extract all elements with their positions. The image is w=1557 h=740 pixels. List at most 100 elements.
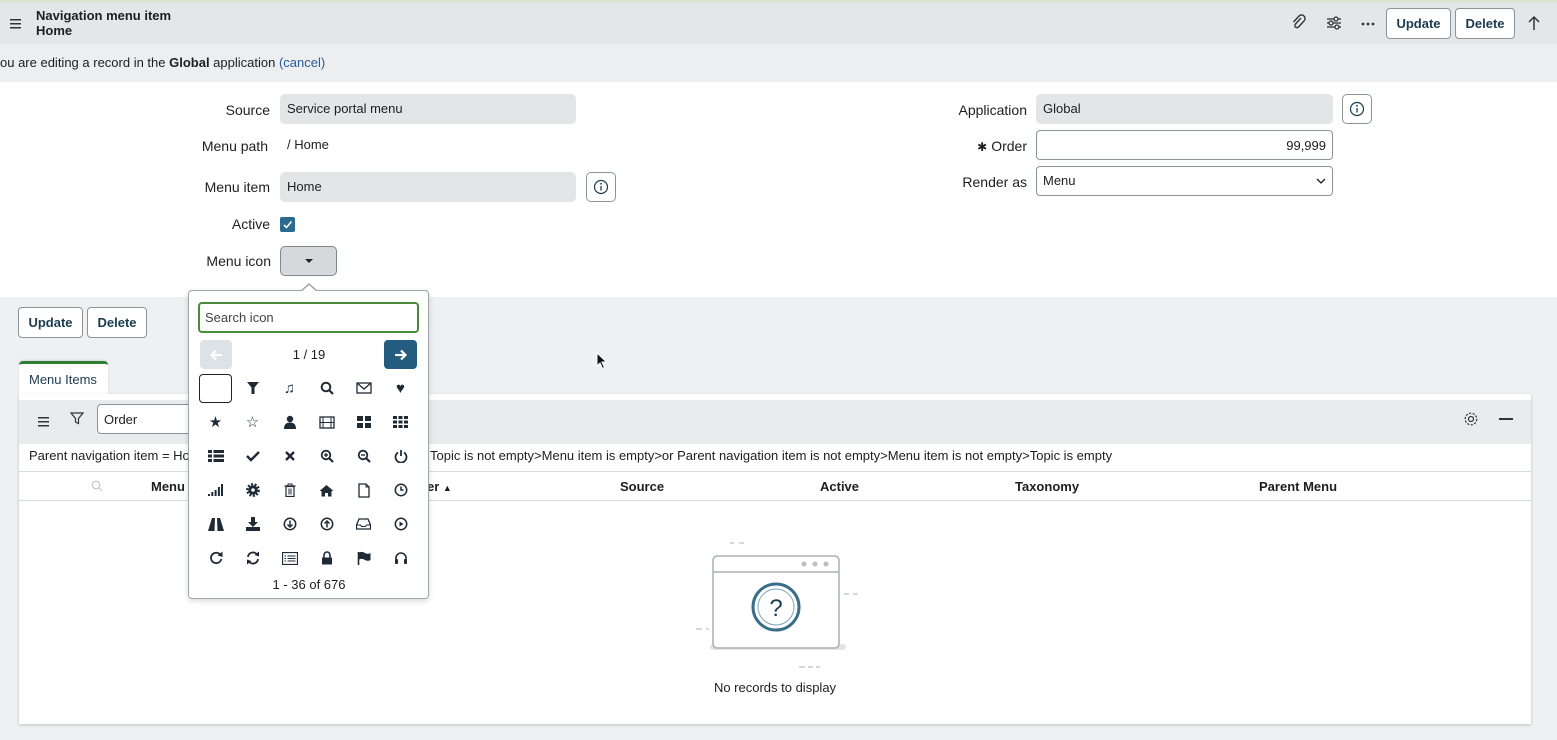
- flag-icon[interactable]: [347, 543, 380, 573]
- music-icon[interactable]: ♫: [273, 373, 306, 403]
- column-header-menu[interactable]: Menu: [151, 479, 185, 494]
- sort-ascending-icon: ▲: [442, 483, 452, 493]
- envelope-icon[interactable]: [347, 373, 380, 403]
- lock-icon[interactable]: [310, 543, 343, 573]
- record-name: Home: [36, 23, 73, 38]
- render-as-label: Render as: [962, 174, 1027, 190]
- header-delete-button[interactable]: Delete: [1455, 8, 1515, 39]
- list-alt-icon[interactable]: [273, 543, 306, 573]
- form-header: Navigation menu item Home Update Delete: [0, 0, 1557, 44]
- list-search-field-select[interactable]: Order: [97, 404, 197, 434]
- header-update-button[interactable]: Update: [1386, 8, 1451, 39]
- render-as-select[interactable]: Menu: [1036, 166, 1333, 196]
- next-page-button[interactable]: [384, 340, 417, 369]
- heart-icon[interactable]: ♥: [384, 373, 417, 403]
- checkmark-icon: [283, 220, 293, 229]
- update-button[interactable]: Update: [18, 307, 83, 338]
- message-app-name: Global: [169, 55, 210, 70]
- column-header-source[interactable]: Source: [620, 479, 664, 494]
- remove-icon[interactable]: [273, 441, 306, 471]
- order-label: ✱ Order: [955, 138, 1027, 154]
- headphones-icon[interactable]: [384, 543, 417, 573]
- icon-grid: ♫ ♥ ★ ☆: [199, 373, 421, 577]
- th-large-icon[interactable]: [347, 407, 380, 437]
- user-icon[interactable]: [273, 407, 306, 437]
- application-info-button[interactable]: [1342, 94, 1372, 124]
- column-header-active[interactable]: Active: [820, 479, 859, 494]
- list-menu-icon[interactable]: [38, 414, 50, 430]
- arrow-right-icon: [394, 349, 407, 360]
- column-header-taxonomy[interactable]: Taxonomy: [1015, 479, 1079, 494]
- record-type: Navigation menu item: [36, 8, 172, 23]
- caret-down-icon: [304, 259, 313, 263]
- download-icon[interactable]: [273, 509, 306, 539]
- paperclip-icon[interactable]: [1290, 14, 1308, 32]
- empty-state-text: No records to display: [713, 680, 837, 695]
- personalize-form-icon[interactable]: [1325, 14, 1343, 32]
- hamburger-icon[interactable]: [10, 16, 23, 29]
- list-settings-gear-icon[interactable]: [1463, 411, 1479, 430]
- th-list-icon[interactable]: [199, 441, 232, 471]
- arrow-left-icon: [209, 349, 222, 360]
- collapse-minus-icon[interactable]: [1499, 418, 1513, 420]
- upload-icon[interactable]: [310, 509, 343, 539]
- order-input[interactable]: 99,999: [1036, 130, 1333, 160]
- blank-icon[interactable]: [199, 373, 232, 403]
- trash-icon[interactable]: [273, 475, 306, 505]
- chevron-down-icon: [1316, 178, 1326, 184]
- filter-glass-icon[interactable]: [236, 373, 269, 403]
- render-as-selected: Menu: [1043, 173, 1076, 188]
- film-icon[interactable]: [310, 407, 343, 437]
- tab-label: Menu Items: [29, 372, 97, 387]
- order-label-text: Order: [991, 138, 1027, 154]
- breadcrumb-condition[interactable]: Parent navigation item = Ho: [29, 448, 190, 463]
- download-alt-icon[interactable]: [236, 509, 269, 539]
- icon-search-placeholder: Search icon: [205, 310, 274, 325]
- zoom-out-icon[interactable]: [347, 441, 380, 471]
- zoom-in-icon[interactable]: [310, 441, 343, 471]
- message-text: ou are editing a record in the: [0, 55, 170, 70]
- active-label: Active: [231, 216, 270, 232]
- active-checkbox[interactable]: [280, 217, 295, 232]
- menu-item-info-button[interactable]: [586, 172, 616, 202]
- menu-item-label: Menu item: [204, 179, 270, 195]
- th-icon[interactable]: [384, 407, 417, 437]
- column-header-parent-menu[interactable]: Parent Menu: [1259, 479, 1337, 494]
- source-field: Service portal menu: [280, 94, 576, 124]
- application-field: Global: [1036, 94, 1333, 124]
- star-empty-icon[interactable]: ☆: [236, 407, 269, 437]
- file-icon[interactable]: [347, 475, 380, 505]
- search-icon[interactable]: [310, 373, 343, 403]
- inbox-icon[interactable]: [347, 509, 380, 539]
- tab-menu-items[interactable]: Menu Items: [19, 361, 108, 395]
- filter-breadcrumb-rest[interactable]: Topic is not empty>Menu item is empty>or…: [430, 448, 1112, 463]
- repeat-icon[interactable]: [199, 543, 232, 573]
- delete-button[interactable]: Delete: [87, 307, 147, 338]
- message-text-suffix: application: [209, 55, 279, 70]
- prev-page-button[interactable]: [200, 340, 232, 369]
- required-marker: ✱: [977, 140, 988, 154]
- filter-icon[interactable]: [69, 411, 85, 428]
- play-circle-icon[interactable]: [384, 509, 417, 539]
- application-label: Application: [958, 102, 1028, 118]
- star-icon[interactable]: ★: [199, 407, 232, 437]
- column-header-order[interactable]: er ▲: [427, 479, 452, 494]
- cancel-link[interactable]: (cancel): [279, 55, 325, 70]
- home-icon[interactable]: [310, 475, 343, 505]
- power-off-icon[interactable]: [384, 441, 417, 471]
- signal-icon[interactable]: [199, 475, 232, 505]
- road-icon[interactable]: [199, 509, 232, 539]
- column-search-icon[interactable]: [91, 479, 103, 495]
- refresh-icon[interactable]: [236, 543, 269, 573]
- menu-icon-dropdown-button[interactable]: [280, 246, 337, 276]
- page-indicator: 1 / 19: [292, 347, 326, 362]
- menu-icon-label: Menu icon: [206, 253, 271, 269]
- icon-search-input[interactable]: Search icon: [198, 302, 419, 333]
- more-options-icon[interactable]: [1359, 14, 1377, 32]
- time-icon[interactable]: [384, 475, 417, 505]
- mouse-cursor-icon: [596, 351, 608, 373]
- cog-icon[interactable]: [236, 475, 269, 505]
- arrow-up-icon[interactable]: [1525, 14, 1543, 32]
- ok-icon[interactable]: [236, 441, 269, 471]
- info-icon: [593, 179, 609, 195]
